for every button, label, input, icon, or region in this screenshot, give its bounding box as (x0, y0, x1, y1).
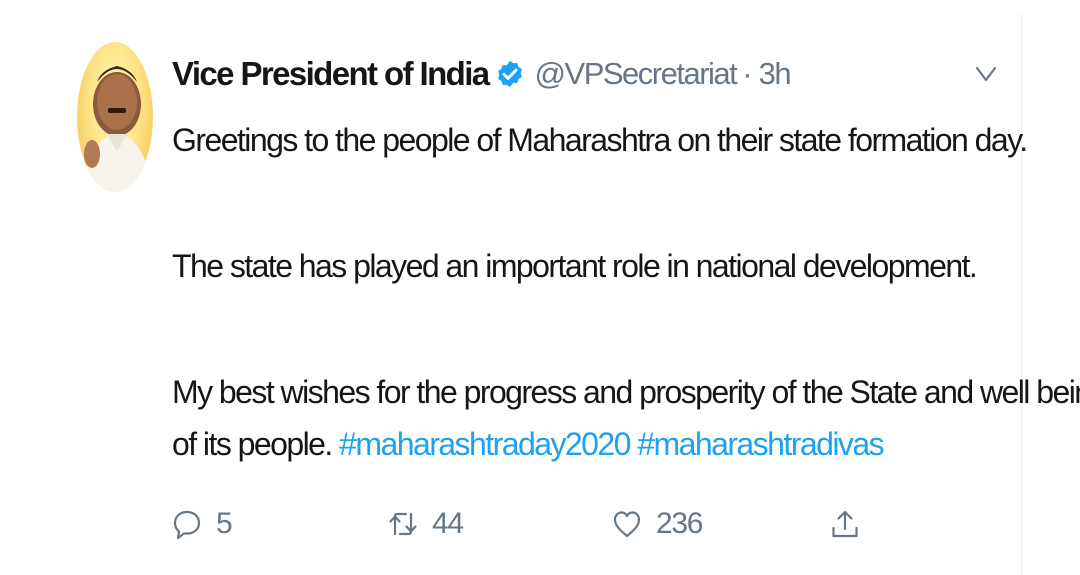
verified-badge-icon (497, 60, 522, 88)
tweet-paragraph-3-line-1: My best wishes for the progress and pros… (172, 374, 1080, 410)
reply-count: 5 (216, 507, 233, 540)
tweet-paragraph-2: The state has played an important role i… (172, 248, 978, 284)
tweet-paragraph-3-text: of its people. (172, 426, 333, 462)
separator: · (742, 56, 753, 91)
tweet-text: Greetings to the people of Maharashtra o… (172, 114, 1080, 470)
share-button[interactable] (830, 502, 860, 546)
tweet-actions: 5 44 236 (172, 502, 872, 546)
like-count: 236 (656, 507, 703, 540)
handle[interactable]: @VPSecretariat (535, 56, 738, 92)
hashtag-link[interactable]: #maharashtraday2020 (339, 426, 631, 462)
retweet-button[interactable]: 44 (388, 502, 464, 546)
timestamp[interactable]: 3h (759, 56, 792, 92)
timeline-divider (1021, 14, 1022, 575)
retweet-icon (389, 512, 417, 536)
tweet-header: Vice President of India @VPSecretariat ·… (172, 52, 792, 96)
share-icon (832, 510, 858, 538)
retweet-count: 44 (432, 507, 464, 540)
reply-icon (173, 510, 201, 540)
tweet-card[interactable]: Vice President of India @VPSecretariat ·… (0, 0, 1080, 575)
profile-photo (83, 66, 151, 192)
like-button[interactable]: 236 (612, 502, 703, 546)
hashtag-link[interactable]: #maharashtradivas (637, 426, 884, 462)
heart-icon (613, 511, 641, 538)
display-name[interactable]: Vice President of India (172, 55, 490, 93)
avatar[interactable] (77, 42, 153, 192)
tweet-paragraph-3-line-2: of its people. #maharashtraday2020 #maha… (172, 418, 1002, 470)
reply-button[interactable]: 5 (172, 502, 233, 546)
tweet-paragraph-1: Greetings to the people of Maharashtra o… (172, 122, 1028, 158)
chevron-down-icon[interactable] (973, 58, 999, 88)
